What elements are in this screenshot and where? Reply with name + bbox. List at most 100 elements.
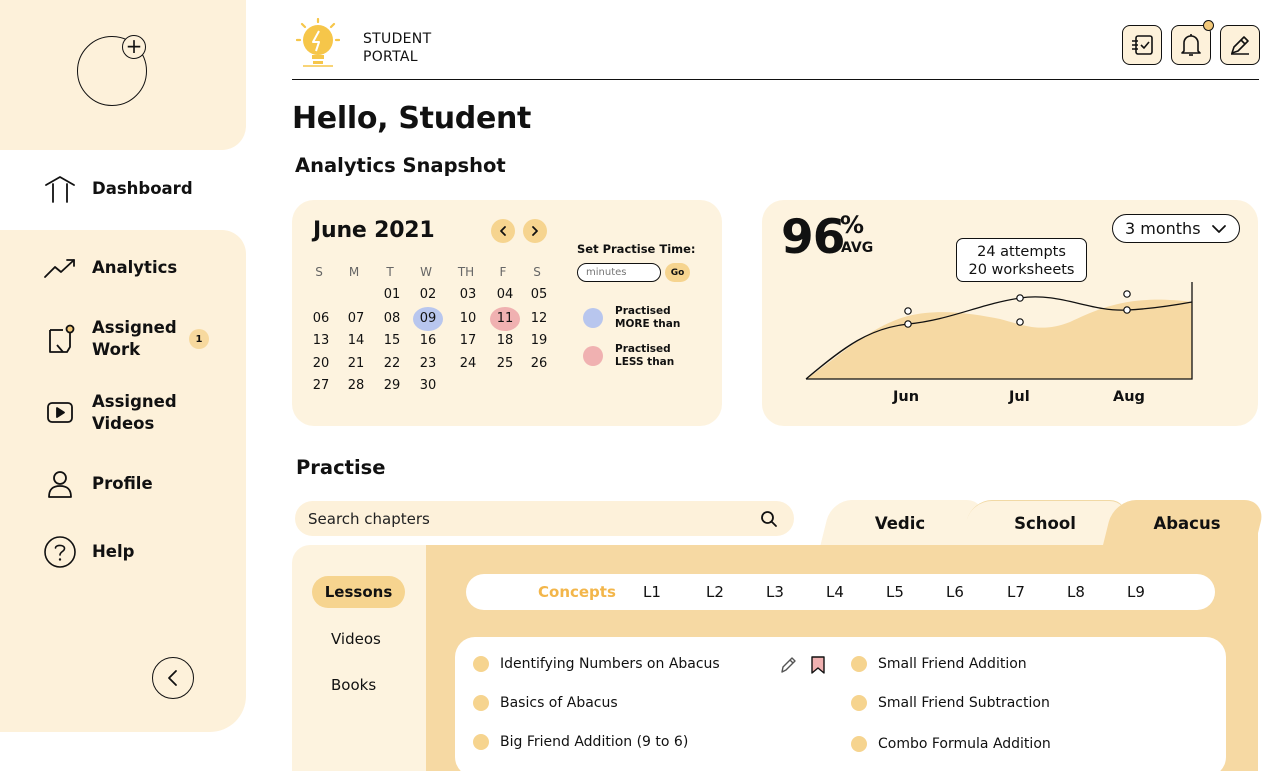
bell-icon	[1181, 34, 1201, 56]
level-l8[interactable]: L8	[1067, 574, 1085, 610]
side-tab-lessons[interactable]: Lessons	[312, 576, 405, 608]
calendar-day[interactable]: 06	[306, 307, 336, 331]
tab-abacus[interactable]: Abacus	[1147, 501, 1227, 546]
search-input[interactable]	[308, 509, 738, 528]
level-l9[interactable]: L9	[1127, 574, 1145, 610]
sidebar-item-assigned-videos[interactable]: Assigned Videos	[42, 391, 177, 435]
calendar-day[interactable]: 22	[377, 352, 407, 376]
calendar-day[interactable]: 11	[490, 307, 520, 331]
sidebar-item-label: Dashboard	[92, 179, 193, 198]
add-photo-icon[interactable]: +	[122, 35, 146, 59]
practise-minutes-input[interactable]	[577, 263, 661, 282]
level-l7[interactable]: L7	[1007, 574, 1025, 610]
calendar-day[interactable]: 17	[453, 329, 483, 353]
average-label: AVG	[841, 240, 874, 256]
list-item[interactable]: Big Friend Addition (9 to 6)	[473, 734, 688, 750]
calendar-day[interactable]: 12	[524, 307, 554, 331]
period-select[interactable]: 3 months	[1112, 214, 1240, 243]
calendar-day[interactable]: 09	[413, 307, 443, 331]
list-item[interactable]: Basics of Abacus	[473, 695, 618, 711]
collapse-sidebar-button[interactable]	[152, 657, 194, 699]
calendar-day[interactable]: 08	[377, 307, 407, 331]
section-title-analytics: Analytics Snapshot	[295, 154, 506, 177]
calendar-day[interactable]: 27	[306, 374, 336, 398]
sidebar-item-help[interactable]: Help	[42, 534, 134, 570]
level-l6[interactable]: L6	[946, 574, 964, 610]
bullet-dot	[851, 656, 867, 672]
sidebar-item-analytics[interactable]: Analytics	[42, 250, 177, 286]
sidebar-item-label: Profile	[92, 474, 153, 493]
calendar-day[interactable]: 20	[306, 352, 336, 376]
set-practise-time-label: Set Practise Time:	[577, 242, 696, 256]
user-icon	[42, 466, 78, 502]
calendar-day[interactable]: 13	[306, 329, 336, 353]
lesson-title: Identifying Numbers on Abacus	[500, 656, 720, 672]
level-l2[interactable]: L2	[706, 574, 724, 610]
calendar-day[interactable]: 03	[453, 283, 483, 307]
search-icon[interactable]	[760, 510, 778, 528]
calendar-day[interactable]: 28	[341, 374, 371, 398]
edit-button[interactable]	[1220, 25, 1260, 65]
list-item[interactable]: Small Friend Subtraction	[851, 695, 1050, 711]
calendar-day[interactable]: 30	[413, 374, 443, 398]
side-tab-videos[interactable]: Videos	[312, 623, 405, 655]
calendar-day[interactable]: 15	[377, 329, 407, 353]
search-bar	[295, 501, 794, 536]
edit-icon[interactable]	[779, 655, 797, 675]
tab-vedic[interactable]: Vedic	[860, 501, 940, 546]
calendar-day[interactable]: 14	[341, 329, 371, 353]
calendar-day[interactable]: 16	[413, 329, 443, 353]
sidebar-item-label: Assigned Work	[92, 318, 177, 359]
calendar-day[interactable]: 23	[413, 352, 443, 376]
calendar-day[interactable]: 26	[524, 352, 554, 376]
lesson-title: Small Friend Subtraction	[878, 695, 1050, 711]
level-l4[interactable]: L4	[826, 574, 844, 610]
legend-more-swatch	[583, 308, 603, 328]
bullet-dot	[473, 656, 489, 672]
weekday-label: T	[386, 265, 394, 279]
prev-month-button[interactable]	[491, 219, 515, 243]
calendar-day[interactable]: 24	[453, 352, 483, 376]
chart-x-label: Jun	[893, 389, 920, 405]
bookmark-icon[interactable]	[810, 655, 826, 675]
level-l3[interactable]: L3	[766, 574, 784, 610]
calendar-day[interactable]: 05	[524, 283, 554, 307]
weekday-label: M	[348, 265, 360, 279]
assignment-icon	[42, 321, 78, 357]
checklist-button[interactable]	[1122, 25, 1162, 65]
lesson-title: Big Friend Addition (9 to 6)	[500, 734, 689, 750]
weekday-label: F	[499, 265, 507, 279]
calendar-day[interactable]: 02	[413, 283, 443, 307]
progress-chart	[805, 282, 1193, 380]
go-button[interactable]: Go	[665, 263, 690, 282]
level-l1[interactable]: L1	[643, 574, 661, 610]
bullet-dot	[473, 695, 489, 711]
level-l5[interactable]: L5	[886, 574, 904, 610]
sidebar-item-assigned-work[interactable]: Assigned Work	[42, 317, 177, 361]
calendar-day[interactable]: 07	[341, 307, 371, 331]
calendar-day[interactable]: 29	[377, 374, 407, 398]
weekday-label: S	[315, 265, 323, 279]
sidebar-item-profile[interactable]: Profile	[42, 466, 153, 502]
calendar-day[interactable]: 01	[377, 283, 407, 307]
calendar-month: June 2021	[313, 218, 435, 243]
section-title-practise: Practise	[296, 456, 386, 479]
calendar-day[interactable]: 25	[490, 352, 520, 376]
calendar-day[interactable]: 04	[490, 283, 520, 307]
notifications-button[interactable]	[1171, 25, 1211, 65]
side-tab-books[interactable]: Books	[312, 669, 405, 701]
tab-school[interactable]: School	[1005, 501, 1085, 546]
calendar-day[interactable]: 10	[453, 307, 483, 331]
calendar-day[interactable]: 19	[524, 329, 554, 353]
list-item[interactable]: Small Friend Addition	[851, 656, 1027, 672]
calendar-day[interactable]: 21	[341, 352, 371, 376]
sidebar-item-dashboard[interactable]: Dashboard	[42, 171, 193, 207]
next-month-button[interactable]	[523, 219, 547, 243]
trending-up-icon	[42, 250, 78, 286]
level-concepts[interactable]: Concepts	[538, 574, 616, 610]
chart-area	[806, 299, 1192, 379]
list-item[interactable]: Combo Formula Addition	[851, 736, 1051, 752]
list-item[interactable]: Identifying Numbers on Abacus	[473, 656, 720, 672]
calendar-day[interactable]: 18	[490, 329, 520, 353]
period-select-value: 3 months	[1125, 219, 1201, 238]
